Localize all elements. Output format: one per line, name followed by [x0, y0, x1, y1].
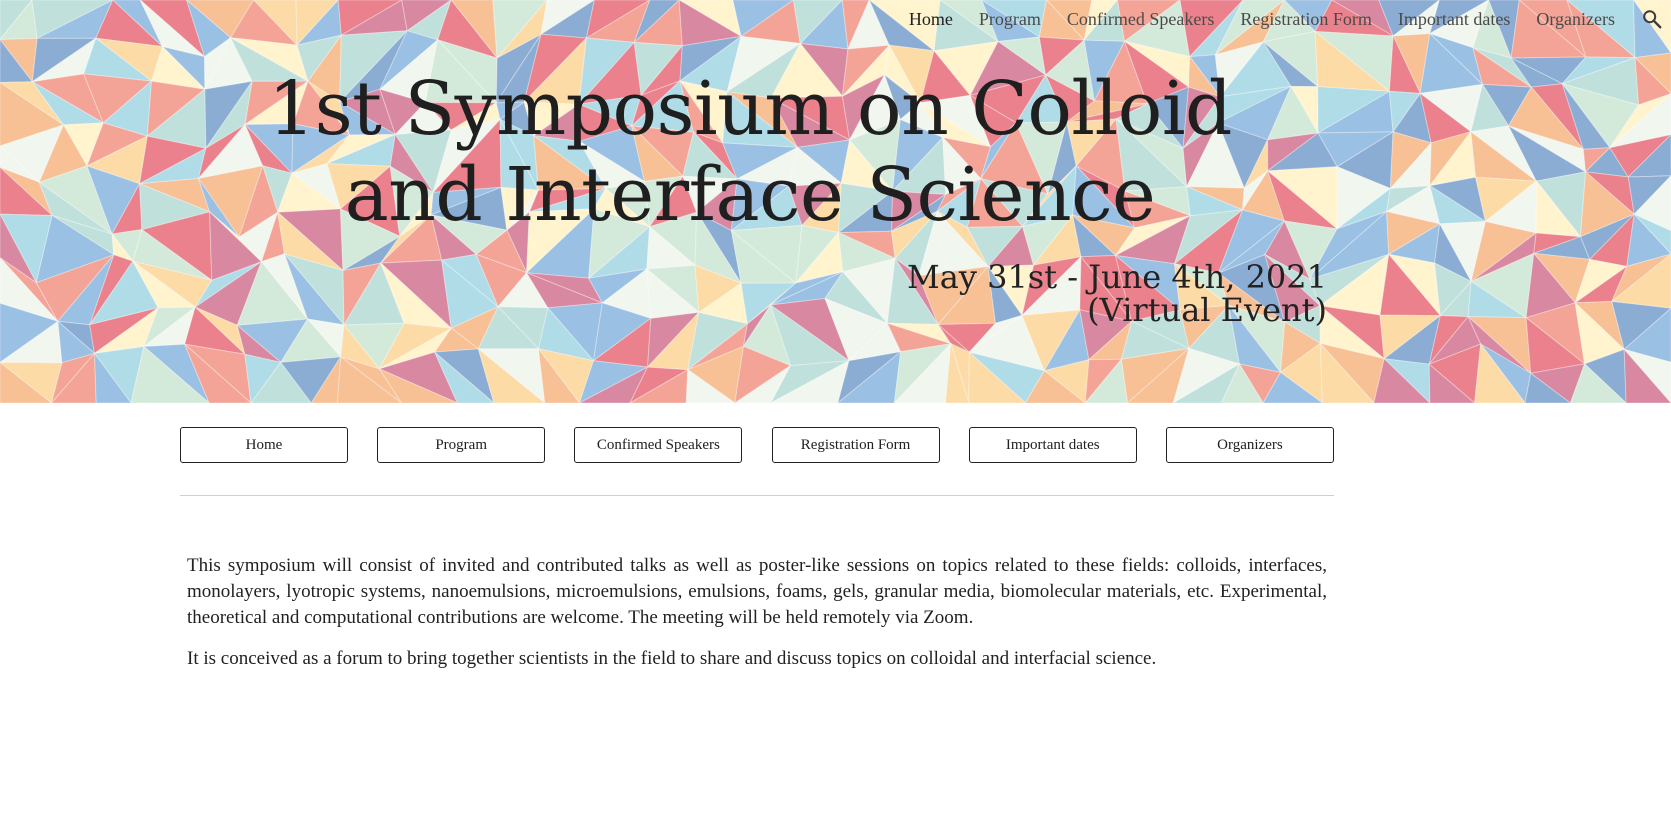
confirmed-speakers-button[interactable]: Confirmed Speakers	[574, 427, 743, 463]
nav-link-confirmed-speakers[interactable]: Confirmed Speakers	[1067, 9, 1214, 30]
dates-line: May 31st - June 4th, 2021	[906, 258, 1327, 296]
nav-link-organizers[interactable]: Organizers	[1536, 9, 1615, 30]
title-line-2: and Interface Science	[344, 152, 1156, 238]
registration-form-button[interactable]: Registration Form	[771, 427, 940, 463]
main-content: This symposium will consist of invited a…	[187, 553, 1327, 687]
organizers-button[interactable]: Organizers	[1165, 427, 1334, 463]
program-button[interactable]: Program	[377, 427, 546, 463]
nav-link-registration-form[interactable]: Registration Form	[1240, 9, 1372, 30]
important-dates-button[interactable]: Important dates	[968, 427, 1137, 463]
hero-banner: Home Program Confirmed Speakers Registra…	[0, 0, 1671, 403]
virtual-event-label: (Virtual Event)	[1087, 291, 1327, 329]
button-row: Home Program Confirmed Speakers Registra…	[180, 427, 1334, 463]
top-navigation: Home Program Confirmed Speakers Registra…	[909, 8, 1663, 30]
nav-link-program[interactable]: Program	[979, 9, 1041, 30]
section-divider	[180, 495, 1334, 496]
nav-link-home[interactable]: Home	[909, 9, 953, 30]
event-dates: May 31st - June 4th, 2021 (Virtual Event…	[907, 261, 1327, 327]
home-button[interactable]: Home	[180, 427, 348, 463]
search-icon[interactable]	[1641, 8, 1663, 30]
intro-paragraph: This symposium will consist of invited a…	[187, 555, 1327, 628]
title-line-1: 1st Symposium on Colloid	[268, 66, 1232, 152]
page-title: 1st Symposium on Colloid and Interface S…	[170, 66, 1330, 238]
nav-link-important-dates[interactable]: Important dates	[1398, 9, 1510, 30]
forum-paragraph: It is conceived as a forum to bring toge…	[187, 648, 1157, 669]
